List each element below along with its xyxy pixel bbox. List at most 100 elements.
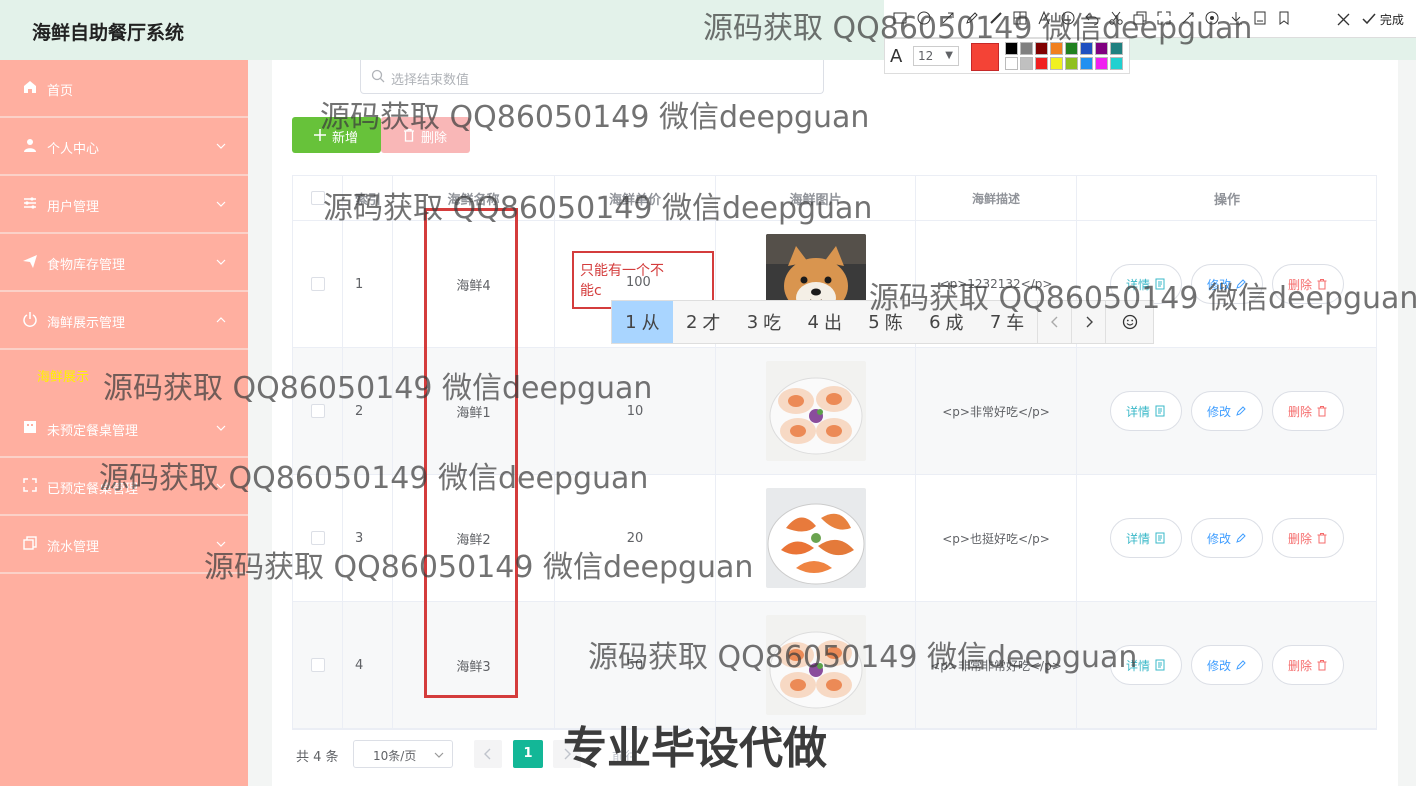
chevron-down-icon bbox=[216, 259, 226, 265]
sidebar-subitem-label: 海鲜展示 bbox=[37, 370, 90, 385]
app-title: 海鲜自助餐厅系统 bbox=[32, 22, 185, 44]
detail-label: 详情 bbox=[1125, 404, 1150, 419]
ime-candidate[interactable]: 7车 bbox=[977, 301, 1038, 343]
row-checkbox[interactable] bbox=[310, 658, 325, 672]
row-index: 2 bbox=[343, 348, 393, 474]
detail-label: 详情 bbox=[1125, 531, 1150, 546]
sidebar-item-transactions[interactable]: 流水管理 bbox=[0, 516, 248, 574]
sidebar-item-profile[interactable]: 个人中心 bbox=[0, 118, 248, 176]
color-palette[interactable] bbox=[1005, 42, 1125, 70]
trash-icon bbox=[1317, 533, 1327, 544]
edit-button[interactable]: 修改 bbox=[1191, 518, 1263, 558]
edit-button[interactable]: 修改 bbox=[1191, 391, 1263, 431]
copy-icon[interactable] bbox=[1132, 10, 1148, 26]
copy-icon bbox=[23, 536, 37, 550]
ime-candidate[interactable]: 1从 bbox=[612, 301, 673, 343]
close-icon[interactable] bbox=[1336, 12, 1351, 27]
font-icon: A bbox=[890, 46, 903, 67]
end-value-input[interactable]: 选择结束数值 bbox=[360, 60, 824, 94]
bookmark-icon[interactable] bbox=[1276, 10, 1292, 26]
building-icon bbox=[24, 421, 36, 433]
trash-icon bbox=[404, 128, 414, 142]
scissors-icon[interactable] bbox=[1108, 10, 1124, 26]
sidebar-item-label: 个人中心 bbox=[47, 142, 100, 157]
detail-button[interactable]: 详情 bbox=[1110, 391, 1182, 431]
pencil-icon bbox=[1236, 660, 1246, 670]
prev-page-button[interactable] bbox=[474, 740, 502, 768]
chevron-left-icon bbox=[1050, 316, 1058, 328]
edit-button[interactable]: 修改 bbox=[1191, 264, 1263, 304]
sidebar-item-home[interactable]: 首页 bbox=[0, 60, 248, 118]
delete-button[interactable]: 删除 bbox=[1272, 264, 1344, 304]
add-button[interactable]: 新增 bbox=[292, 117, 381, 153]
detail-button[interactable]: 详情 bbox=[1110, 518, 1182, 558]
ocr-icon[interactable] bbox=[1204, 10, 1220, 26]
font-size-value: 12 bbox=[918, 49, 934, 63]
arrow-tool-icon[interactable] bbox=[940, 10, 956, 26]
ime-next-page[interactable] bbox=[1071, 301, 1105, 343]
sidebar-item-users[interactable]: 用户管理 bbox=[0, 176, 248, 234]
undo-icon[interactable] bbox=[1084, 10, 1100, 26]
sidebar-item-inventory[interactable]: 食物库存管理 bbox=[0, 234, 248, 292]
row-desc: <p>非常好吃</p> bbox=[916, 348, 1077, 474]
sidebar-item-booked-tables[interactable]: 已预定餐桌管理 bbox=[0, 458, 248, 516]
ime-emoji-button[interactable] bbox=[1105, 301, 1153, 343]
delete-button[interactable]: 删除 bbox=[1272, 645, 1344, 685]
ime-prev-page[interactable] bbox=[1037, 301, 1071, 343]
current-color-swatch[interactable] bbox=[971, 43, 999, 71]
page-number-button[interactable]: 1 bbox=[513, 740, 543, 768]
font-size-select[interactable]: 12 ▼ bbox=[913, 46, 959, 66]
annotation-note: 只能有一个不能c bbox=[580, 263, 664, 299]
row-checkbox[interactable] bbox=[310, 404, 325, 418]
promo-watermark: 专业毕设代做 bbox=[563, 723, 827, 774]
header-select-all[interactable] bbox=[293, 176, 343, 220]
pin-icon[interactable] bbox=[1180, 10, 1196, 26]
ime-candidate[interactable]: 4出 bbox=[794, 301, 855, 343]
sidebar-item-label: 流水管理 bbox=[47, 540, 100, 555]
document-icon bbox=[1155, 405, 1165, 417]
marker-tool-icon[interactable] bbox=[988, 10, 1004, 26]
ellipse-tool-icon[interactable] bbox=[916, 10, 932, 26]
edit-button[interactable]: 修改 bbox=[1191, 645, 1263, 685]
row-index: 1 bbox=[343, 221, 393, 347]
download-icon[interactable] bbox=[1228, 10, 1244, 26]
row-checkbox[interactable] bbox=[310, 531, 325, 545]
annotation-editing-value: 100 bbox=[626, 275, 651, 290]
batch-delete-button[interactable]: 删除 bbox=[381, 117, 470, 153]
pencil-icon bbox=[1236, 533, 1246, 543]
chevron-down-icon bbox=[216, 425, 226, 431]
row-index: 4 bbox=[343, 602, 393, 728]
page-size-select[interactable]: 10条/页 bbox=[353, 740, 453, 768]
sidebar-subitem-seafood[interactable]: 海鲜展示 bbox=[0, 350, 248, 400]
delete-button[interactable]: 删除 bbox=[1272, 518, 1344, 558]
edit-label: 修改 bbox=[1206, 531, 1231, 546]
done-button[interactable]: 完成 bbox=[1362, 11, 1404, 28]
mosaic-tool-icon[interactable] bbox=[1012, 10, 1028, 26]
rectangle-tool-icon[interactable] bbox=[892, 10, 908, 26]
power-icon bbox=[23, 312, 37, 327]
ime-candidate[interactable]: 2才 bbox=[673, 301, 734, 343]
sidebar: 首页 个人中心 用户管理 食物库存管理 海鲜展示管理 海鲜展示 未预定餐桌管理 … bbox=[0, 60, 248, 786]
sidebar-item-unbooked-tables[interactable]: 未预定餐桌管理 bbox=[0, 400, 248, 458]
save-icon[interactable] bbox=[1252, 10, 1268, 26]
select-all-checkbox[interactable] bbox=[310, 191, 325, 205]
document-icon bbox=[1155, 532, 1165, 544]
pencil-icon bbox=[1236, 279, 1246, 289]
chevron-left-icon bbox=[484, 748, 491, 760]
sidebar-item-seafood-display[interactable]: 海鲜展示管理 bbox=[0, 292, 248, 350]
number-tool-icon[interactable] bbox=[1060, 10, 1076, 26]
header-image: 海鲜图片 bbox=[716, 176, 916, 220]
chevron-down-icon bbox=[434, 752, 444, 758]
detail-button[interactable]: 详情 bbox=[1110, 264, 1182, 304]
ime-candidate[interactable]: 3吃 bbox=[734, 301, 795, 343]
detail-button[interactable]: 详情 bbox=[1110, 645, 1182, 685]
pen-tool-icon[interactable] bbox=[964, 10, 980, 26]
ime-candidate[interactable]: 6成 bbox=[916, 301, 977, 343]
delete-button[interactable]: 删除 bbox=[1272, 391, 1344, 431]
ime-candidate[interactable]: 5陈 bbox=[855, 301, 916, 343]
text-tool-icon[interactable] bbox=[1036, 10, 1052, 26]
row-checkbox[interactable] bbox=[310, 277, 325, 291]
annotation-highlight-box bbox=[424, 208, 518, 698]
expand-icon[interactable] bbox=[1156, 10, 1172, 26]
pagination-total: 共 4 条 bbox=[296, 750, 339, 765]
